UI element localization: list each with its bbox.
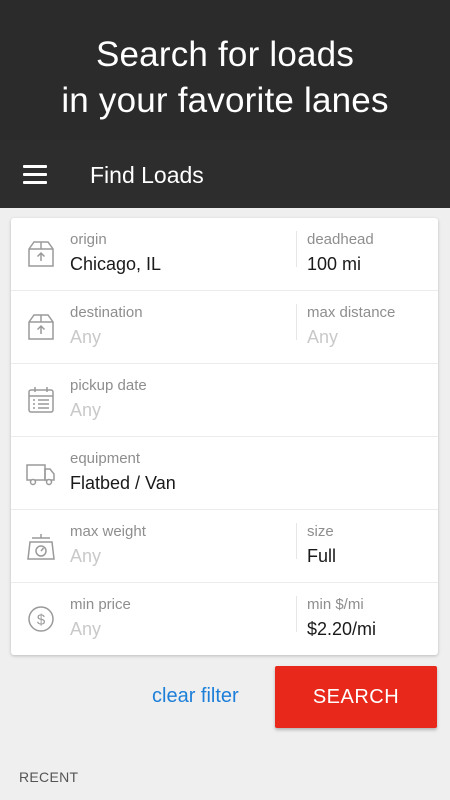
pickup-date-placeholder[interactable]: Any bbox=[70, 397, 290, 423]
search-button[interactable]: SEARCH bbox=[275, 666, 437, 728]
field-separator bbox=[296, 231, 297, 267]
min-price-label: min price bbox=[70, 596, 131, 613]
origin-row: origin Chicago, IL deadhead 100 mi bbox=[11, 218, 438, 291]
max-distance-placeholder[interactable]: Any bbox=[307, 324, 432, 350]
pickup-date-field[interactable]: pickup date Any bbox=[70, 376, 290, 423]
pickup-date-label: pickup date bbox=[70, 377, 147, 394]
calendar-icon bbox=[28, 387, 54, 413]
box-upload-icon bbox=[28, 241, 54, 267]
max-weight-label: max weight bbox=[70, 523, 146, 540]
recent-section-heading: RECENT bbox=[19, 769, 79, 785]
size-value[interactable]: Full bbox=[307, 543, 432, 569]
origin-value[interactable]: Chicago, IL bbox=[70, 251, 290, 277]
destination-label: destination bbox=[70, 304, 143, 321]
destination-placeholder[interactable]: Any bbox=[70, 324, 290, 350]
scale-icon bbox=[27, 534, 55, 560]
hamburger-menu-icon[interactable] bbox=[14, 160, 56, 190]
destination-row: destination Any max distance Any bbox=[11, 291, 438, 364]
equipment-row: equipment Flatbed / Van bbox=[11, 437, 438, 510]
app-bar: Find Loads bbox=[0, 140, 450, 208]
truck-icon bbox=[26, 464, 55, 486]
max-weight-row: max weight Any size Full bbox=[11, 510, 438, 583]
page-title: Find Loads bbox=[90, 162, 204, 188]
dollar-circle-icon: $ bbox=[28, 606, 54, 632]
clear-filter-link[interactable]: clear filter bbox=[152, 685, 239, 708]
min-rate-field[interactable]: min $/mi $2.20/mi bbox=[307, 595, 432, 642]
deadhead-label: deadhead bbox=[307, 231, 374, 248]
min-price-placeholder[interactable]: Any bbox=[70, 616, 290, 642]
promo-headline-line1: Search for loads bbox=[95, 35, 355, 74]
min-price-field[interactable]: min price Any bbox=[70, 595, 290, 642]
size-field[interactable]: size Full bbox=[307, 522, 432, 569]
field-separator bbox=[296, 596, 297, 632]
min-rate-value[interactable]: $2.20/mi bbox=[307, 616, 432, 642]
max-distance-field[interactable]: max distance Any bbox=[307, 303, 432, 350]
deadhead-value[interactable]: 100 mi bbox=[307, 251, 432, 277]
pickup-date-row: pickup date Any bbox=[11, 364, 438, 437]
equipment-label: equipment bbox=[70, 450, 141, 467]
search-filter-card: origin Chicago, IL deadhead 100 mi desti… bbox=[11, 218, 438, 655]
deadhead-field[interactable]: deadhead 100 mi bbox=[307, 230, 432, 277]
promo-headline-line2: in your favorite lanes bbox=[61, 81, 389, 120]
equipment-value[interactable]: Flatbed / Van bbox=[70, 470, 290, 496]
equipment-field[interactable]: equipment Flatbed / Van bbox=[70, 449, 290, 496]
promo-banner: Search for loads in your favorite lanes bbox=[0, 0, 450, 160]
box-upload-icon bbox=[28, 314, 54, 340]
destination-field[interactable]: destination Any bbox=[70, 303, 290, 350]
min-price-row: $ min price Any min $/mi $2.20/mi bbox=[11, 583, 438, 656]
min-rate-label: min $/mi bbox=[307, 596, 364, 613]
max-weight-placeholder[interactable]: Any bbox=[70, 543, 290, 569]
svg-text:$: $ bbox=[37, 612, 46, 629]
origin-label: origin bbox=[70, 231, 107, 248]
max-weight-field[interactable]: max weight Any bbox=[70, 522, 290, 569]
field-separator bbox=[296, 523, 297, 559]
origin-field[interactable]: origin Chicago, IL bbox=[70, 230, 290, 277]
size-label: size bbox=[307, 523, 334, 540]
max-distance-label: max distance bbox=[307, 304, 396, 321]
field-separator bbox=[296, 304, 297, 340]
